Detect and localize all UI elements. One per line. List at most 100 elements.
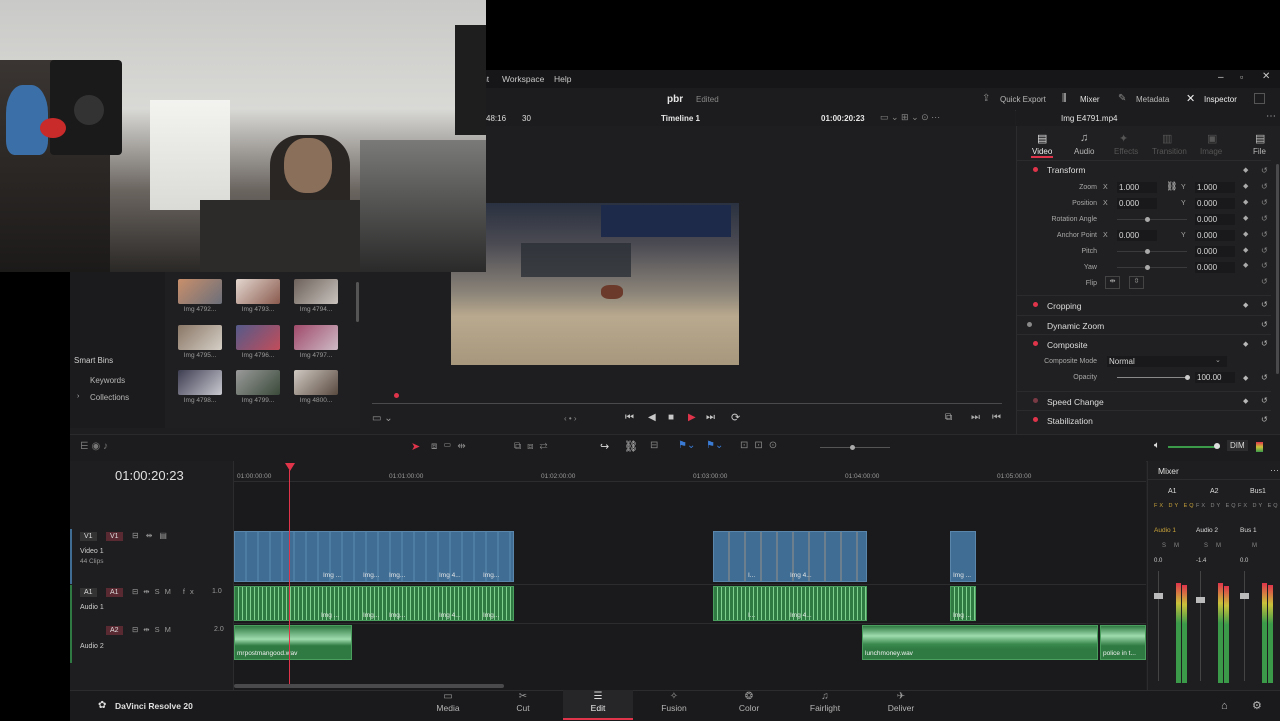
transform-section[interactable]: Transform	[1017, 160, 1271, 179]
menu-help[interactable]: Help	[554, 74, 571, 84]
zoom-y-field[interactable]: 1.000	[1195, 182, 1235, 193]
rotation-slider[interactable]	[1117, 219, 1187, 220]
volume-icon[interactable]: 🔈︎	[1154, 440, 1160, 451]
clip-thumbnail[interactable]	[294, 370, 338, 395]
reset-icon[interactable]: ↺	[1261, 339, 1268, 348]
enable-dot[interactable]	[1033, 302, 1038, 307]
tab-file[interactable]: File	[1253, 147, 1266, 156]
fader-knob[interactable]	[1240, 593, 1249, 599]
fader-knob[interactable]	[1154, 593, 1163, 599]
yaw-field[interactable]: 0.000	[1195, 262, 1235, 273]
enable-dot[interactable]	[1033, 398, 1038, 403]
rotation-field[interactable]: 0.000	[1195, 214, 1235, 225]
playhead-head[interactable]	[285, 463, 295, 471]
viewer-frame[interactable]	[451, 203, 739, 365]
dim-button[interactable]: DIM	[1227, 440, 1248, 451]
chevron-right-icon[interactable]: ›	[77, 393, 79, 400]
stop-icon[interactable]: ■	[668, 412, 674, 423]
go-to-end-icon[interactable]: ⏭	[706, 412, 715, 423]
panel-toggle-icon[interactable]	[1254, 93, 1265, 104]
home-icon[interactable]: ⌂	[1221, 700, 1228, 712]
timeline-zoom-knob[interactable]	[850, 445, 855, 450]
playhead-line[interactable]	[289, 470, 290, 684]
mixer-button[interactable]: Mixer	[1080, 95, 1100, 104]
reset-icon[interactable]: ↺	[1261, 373, 1268, 382]
enable-dot[interactable]	[1033, 167, 1038, 172]
audio-clip[interactable]: lunchmoney.wav	[862, 625, 1098, 660]
minimize-icon[interactable]: –	[1218, 72, 1224, 83]
jog-icon[interactable]: ‹ • ›	[564, 414, 577, 423]
reset-icon[interactable]: ↺	[1261, 300, 1268, 309]
page-fairlight[interactable]: ♫ Fairlight	[790, 690, 860, 720]
maximize-icon[interactable]: ▫	[1240, 72, 1243, 82]
tab-audio[interactable]: Audio	[1074, 147, 1094, 156]
destination-a1[interactable]: A1	[106, 588, 123, 597]
master-volume-knob[interactable]	[1214, 443, 1220, 449]
page-deliver[interactable]: ✈ Deliver	[866, 690, 936, 720]
timeline-name[interactable]: Timeline 1	[661, 114, 700, 123]
channel-fx-icons[interactable]: FX DY EQ	[1196, 503, 1238, 509]
page-cut[interactable]: ✂ Cut	[488, 690, 558, 720]
clip-thumbnail[interactable]	[236, 325, 280, 350]
quick-export-button[interactable]: Quick Export	[1000, 95, 1046, 104]
zoom-tools-icons[interactable]: ⊡⊡⊙	[740, 440, 783, 451]
viewer-mode-icon[interactable]: ▭ ⌄	[372, 413, 393, 424]
keyframe-icon[interactable]: ◆	[1243, 397, 1248, 405]
flip-vertical-icon[interactable]: ⇳	[1129, 276, 1144, 289]
play-icon[interactable]: ▶	[688, 412, 696, 423]
marker-icon[interactable]: ⚑⌄	[706, 440, 723, 451]
solo-mute-buttons[interactable]: SM	[1204, 543, 1229, 549]
tab-transition[interactable]: Transition	[1152, 147, 1187, 156]
keyframe-icon[interactable]: ◆	[1243, 340, 1248, 348]
go-to-start-icon[interactable]: ⏮	[625, 412, 634, 423]
composite-mode-select[interactable]: Normal	[1107, 356, 1227, 367]
page-media[interactable]: ▭ Media	[413, 690, 483, 720]
inspector-scrollbar[interactable]	[1276, 164, 1279, 374]
clip-thumbnail[interactable]	[178, 325, 222, 350]
flip-horizontal-icon[interactable]: ⇹	[1105, 276, 1120, 289]
enable-dot[interactable]	[1033, 417, 1038, 422]
fader-knob[interactable]	[1196, 597, 1205, 603]
page-fusion[interactable]: ✧ Fusion	[639, 690, 709, 720]
channel-fx-icons[interactable]: FX DY EQ	[1154, 503, 1196, 509]
channel-fx-icons[interactable]: FX DY EQ	[1238, 503, 1280, 509]
opacity-slider[interactable]	[1117, 377, 1187, 378]
link-icon[interactable]: ⛓	[624, 440, 638, 453]
match-frame-icon[interactable]: ⧉	[945, 412, 952, 423]
source-patch-v1[interactable]: V1	[80, 532, 97, 541]
prev-edit-icon[interactable]: ⏮	[992, 412, 1001, 423]
close-icon[interactable]: ✕	[1262, 71, 1270, 82]
next-edit-icon[interactable]: ⏭	[971, 412, 980, 423]
snapping-icon[interactable]: ↪	[600, 440, 609, 453]
mute-button[interactable]: M	[1252, 543, 1257, 549]
stabilization-section[interactable]: Stabilization ↺	[1017, 410, 1271, 429]
zoom-x-field[interactable]: 1.000	[1117, 182, 1157, 193]
pitch-slider[interactable]	[1117, 251, 1187, 252]
audio-clip[interactable]: mrpostmangood.wav	[234, 625, 352, 660]
track-controls-icons[interactable]: ⊟⇹SM	[132, 625, 176, 634]
yaw-slider[interactable]	[1117, 267, 1187, 268]
dynamic-zoom-section[interactable]: Dynamic Zoom ↺	[1017, 315, 1271, 334]
position-x-field[interactable]: 0.000	[1117, 198, 1157, 209]
more-icon[interactable]: ⋯	[1270, 465, 1279, 476]
reset-icon[interactable]: ↺	[1261, 396, 1268, 405]
video-clip[interactable]: Img ...	[950, 531, 976, 582]
clip-thumbnail[interactable]	[236, 279, 280, 304]
rotation-slider-knob[interactable]	[1145, 217, 1150, 222]
track-volume[interactable]: 1.0	[212, 588, 222, 595]
audio-clip[interactable]: police in t...	[1100, 625, 1146, 660]
clip-thumbnail[interactable]	[294, 279, 338, 304]
timeline-horizontal-scrollbar[interactable]	[234, 684, 504, 688]
audio-clip-group[interactable]: I... Img 4...	[713, 586, 867, 621]
anchor-x-field[interactable]: 0.000	[1117, 230, 1157, 241]
opacity-slider-knob[interactable]	[1185, 375, 1190, 380]
reset-icon[interactable]: ↺	[1261, 415, 1268, 424]
yaw-slider-knob[interactable]	[1145, 265, 1150, 270]
composite-section[interactable]: Composite ◆ ↺	[1017, 334, 1271, 353]
flag-icon[interactable]: ⚑⌄	[678, 440, 695, 451]
video-clip-group[interactable]: I... Img 4...	[713, 531, 867, 582]
metadata-button[interactable]: Metadata	[1136, 95, 1169, 104]
cropping-section[interactable]: Cropping ◆ ↺	[1017, 295, 1271, 314]
pitch-field[interactable]: 0.000	[1195, 246, 1235, 257]
track-controls-icons[interactable]: ⊟⇹▤	[132, 531, 174, 540]
